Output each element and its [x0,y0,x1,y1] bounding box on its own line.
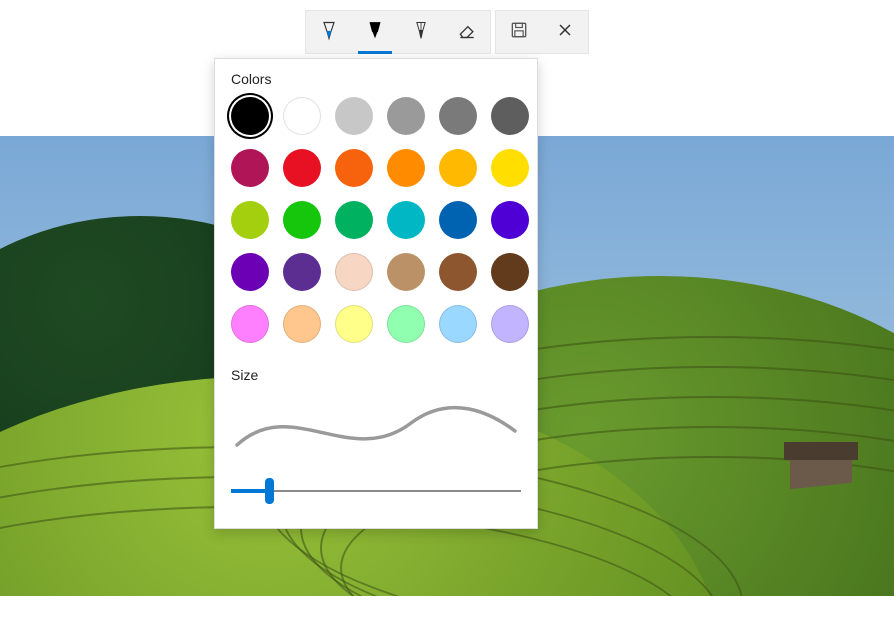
save-button[interactable] [496,11,542,53]
color-swatch-purple[interactable] [231,253,269,291]
tool-group-pens [305,10,491,54]
color-swatch-light-gray[interactable] [335,97,373,135]
size-slider-track [231,490,521,492]
color-swatch-teal-green[interactable] [335,201,373,239]
color-swatch-grid [231,97,521,345]
color-swatch-light-blue[interactable] [439,305,477,343]
color-swatch-light-yellow[interactable] [335,305,373,343]
color-swatch-white[interactable] [283,97,321,135]
color-swatch-peach[interactable] [335,253,373,291]
close-button[interactable] [542,11,588,53]
eraser-button[interactable] [444,11,490,53]
save-icon [509,19,529,46]
size-slider[interactable] [231,478,521,504]
color-swatch-gold[interactable] [439,149,477,187]
ink-toolbar [305,10,589,54]
color-swatch-indigo[interactable] [491,201,529,239]
size-label: Size [231,367,521,383]
color-swatch-lime[interactable] [231,201,269,239]
color-swatch-black[interactable] [231,97,269,135]
color-swatch-pink[interactable] [231,305,269,343]
color-swatch-darker-gray[interactable] [491,97,529,135]
color-swatch-light-green[interactable] [387,305,425,343]
color-swatch-orange[interactable] [387,149,425,187]
close-icon [555,19,575,46]
color-swatch-lavender[interactable] [491,305,529,343]
size-slider-thumb[interactable] [265,478,274,504]
tool-group-actions [495,10,589,54]
color-swatch-brown[interactable] [439,253,477,291]
marker-icon [365,19,385,46]
color-swatch-light-orange[interactable] [283,305,321,343]
marker-button[interactable] [352,11,398,53]
size-preview-stroke [231,399,521,455]
colors-label: Colors [231,71,521,87]
ballpoint-pen-icon [319,19,339,46]
color-swatch-dark-brown[interactable] [491,253,529,291]
size-slider-fill [231,489,269,493]
color-swatch-dark-purple[interactable] [283,253,321,291]
color-swatch-orange-red[interactable] [335,149,373,187]
color-swatch-yellow[interactable] [491,149,529,187]
color-swatch-green[interactable] [283,201,321,239]
color-swatch-tan[interactable] [387,253,425,291]
pen-settings-panel: Colors Size [214,58,538,529]
color-swatch-magenta[interactable] [231,149,269,187]
eraser-icon [457,19,477,46]
calligraphy-icon [411,19,431,46]
color-swatch-blue[interactable] [439,201,477,239]
color-swatch-red[interactable] [283,149,321,187]
color-swatch-dark-gray[interactable] [439,97,477,135]
color-swatch-gray[interactable] [387,97,425,135]
color-swatch-cyan[interactable] [387,201,425,239]
calligraphy-button[interactable] [398,11,444,53]
ballpoint-pen-button[interactable] [306,11,352,53]
